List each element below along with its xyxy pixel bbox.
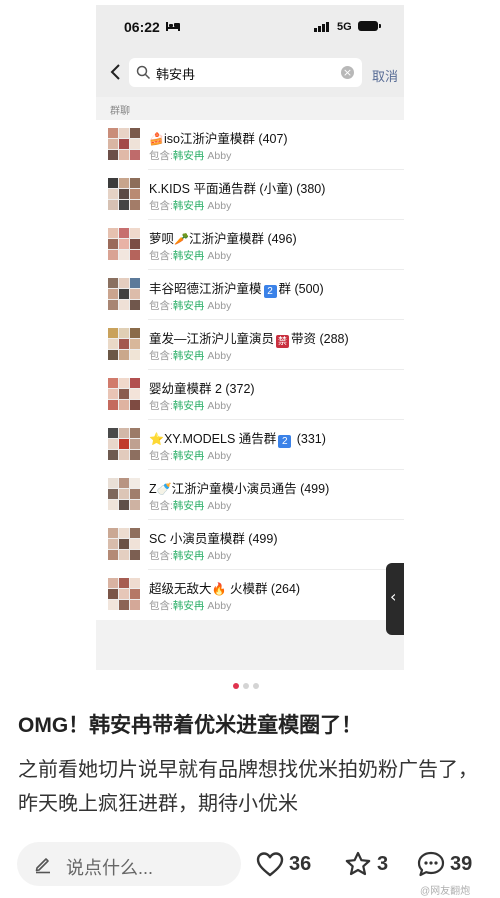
carrot-emoji-icon: 🥕 <box>174 232 189 246</box>
group-avatar <box>108 278 140 310</box>
group-match-info: 包含:韩安冉 Abby <box>149 500 232 512</box>
baby-bottle-emoji-icon: 🍼 <box>156 482 172 496</box>
group-avatar <box>108 428 140 460</box>
post-body: 之前看她切片说早就有品牌想找优米拍奶粉广告了，昨天晚上疯狂进群，期待小优米 <box>18 759 478 815</box>
post-page: 06:22 5G 韩安冉 × 取消 群聊 🍰iso江浙沪童模群 (407) 包含… <box>0 0 500 898</box>
star-icon <box>345 851 371 876</box>
group-title: ⭐XY.MODELS 通告群 2 (331) <box>149 432 326 448</box>
group-avatar <box>108 478 140 510</box>
group-avatar <box>108 328 140 360</box>
group-match-info: 包含:韩安冉 Abby <box>149 450 232 462</box>
group-chat-item[interactable]: 丰谷昭德江浙沪童模 2 群 (500) 包含:韩安冉 Abby <box>96 270 404 320</box>
group-avatar <box>108 528 140 560</box>
battery-icon <box>358 21 381 31</box>
group-title: 丰谷昭德江浙沪童模 2 群 (500) <box>149 282 324 298</box>
post-title: OMG！韩安冉带着优米进童模圈了！ <box>18 714 363 737</box>
group-avatar <box>108 378 140 410</box>
status-bar: 06:22 5G <box>96 5 404 49</box>
group-avatar <box>108 578 140 610</box>
cake-emoji-icon: 🍰 <box>149 132 164 146</box>
group-chat-item[interactable]: SC 小演员童模群 (499) 包含:韩安冉 Abby <box>96 520 404 570</box>
group-match-info: 包含:韩安冉 Abby <box>149 150 232 162</box>
group-match-info: 包含:韩安冉 Abby <box>149 350 232 362</box>
post-image-screenshot[interactable]: 06:22 5G 韩安冉 × 取消 群聊 🍰iso江浙沪童模群 (407) 包含… <box>96 5 404 670</box>
carousel-dot[interactable] <box>253 683 259 689</box>
carousel-dot[interactable] <box>243 683 249 689</box>
chevron-left-icon: ‹ <box>390 587 397 606</box>
carousel-indicator <box>233 683 259 689</box>
group-chat-item[interactable]: K.KIDS 平面通告群 (小童) (380) 包含:韩安冉 Abby <box>96 170 404 220</box>
group-chat-item[interactable]: 婴幼童模群 2 (372) 包含:韩安冉 Abby <box>96 370 404 420</box>
network-type: 5G <box>337 21 352 33</box>
number-badge-icon: 2 <box>278 435 292 448</box>
pen-icon <box>35 858 50 874</box>
carousel-dot[interactable] <box>233 683 239 689</box>
search-header: 韩安冉 × 取消 <box>96 49 404 97</box>
cancel-button[interactable]: 取消 <box>372 66 398 85</box>
side-collapse-handle[interactable]: ‹ <box>386 563 404 635</box>
signal-icon <box>314 22 329 32</box>
group-match-info: 包含:韩安冉 Abby <box>149 400 232 412</box>
prohibited-badge-icon: 禁 <box>276 335 290 348</box>
comment-placeholder: 说点什么... <box>66 858 154 878</box>
group-title: 萝呗🥕江浙沪童模群 (496) <box>149 232 297 246</box>
group-title: 🍰iso江浙沪童模群 (407) <box>149 132 288 146</box>
group-avatar <box>108 178 140 210</box>
search-query: 韩安冉 <box>156 67 196 82</box>
star-emoji-icon: ⭐ <box>149 432 164 446</box>
group-title: 超级无敌大🔥 火模群 (264) <box>149 582 301 596</box>
like-count: 36 <box>289 852 312 875</box>
group-chat-item[interactable]: 童发—江浙沪儿童演员禁带资 (288) 包含:韩安冉 Abby <box>96 320 404 370</box>
group-match-info: 包含:韩安冉 Abby <box>149 600 232 612</box>
group-title: SC 小演员童模群 (499) <box>149 532 278 546</box>
status-time: 06:22 <box>124 19 160 35</box>
group-title: K.KIDS 平面通告群 (小童) (380) <box>149 182 326 196</box>
group-title: 婴幼童模群 2 (372) <box>149 382 255 396</box>
group-title: Z🍼江浙沪童模小演员通告 (499) <box>149 482 330 496</box>
favorite-count: 3 <box>377 852 389 875</box>
favorite-button[interactable]: 3 <box>343 849 388 879</box>
comment-button[interactable]: 39 <box>416 849 472 879</box>
group-chat-item[interactable]: Z🍼江浙沪童模小演员通告 (499) 包含:韩安冉 Abby <box>96 470 404 520</box>
like-button[interactable]: 36 <box>255 849 311 879</box>
group-chat-item[interactable]: 萝呗🥕江浙沪童模群 (496) 包含:韩安冉 Abby <box>96 220 404 270</box>
group-chat-item[interactable]: 🍰iso江浙沪童模群 (407) 包含:韩安冉 Abby <box>96 120 404 170</box>
comment-count: 39 <box>450 852 473 875</box>
comment-input[interactable]: 说点什么... <box>17 842 241 886</box>
sleep-mode-icon <box>166 22 180 31</box>
clear-search-icon[interactable]: × <box>341 66 354 79</box>
group-title: 童发—江浙沪儿童演员禁带资 (288) <box>149 332 349 348</box>
heart-icon <box>256 852 284 877</box>
search-icon <box>136 65 151 80</box>
group-match-info: 包含:韩安冉 Abby <box>149 200 232 212</box>
number-badge-icon: 2 <box>263 285 277 298</box>
group-chat-item[interactable]: ⭐XY.MODELS 通告群 2 (331) 包含:韩安冉 Abby <box>96 420 404 470</box>
group-avatar <box>108 228 140 260</box>
back-chevron-icon[interactable] <box>108 63 124 81</box>
watermark: @网友翻炮 <box>420 886 471 897</box>
search-input[interactable]: 韩安冉 × <box>129 58 362 87</box>
group-match-info: 包含:韩安冉 Abby <box>149 250 232 262</box>
group-avatar <box>108 128 140 160</box>
chat-bubble-icon <box>417 851 445 877</box>
group-match-info: 包含:韩安冉 Abby <box>149 550 232 562</box>
group-chat-list: 🍰iso江浙沪童模群 (407) 包含:韩安冉 Abby K.KIDS 平面通告群… <box>96 120 404 620</box>
group-match-info: 包含:韩安冉 Abby <box>149 300 232 312</box>
group-chat-item[interactable]: 超级无敌大🔥 火模群 (264) 包含:韩安冉 Abby <box>96 570 404 620</box>
fire-emoji-icon: 🔥 <box>211 582 227 596</box>
section-label-group-chats: 群聊 <box>110 106 130 117</box>
